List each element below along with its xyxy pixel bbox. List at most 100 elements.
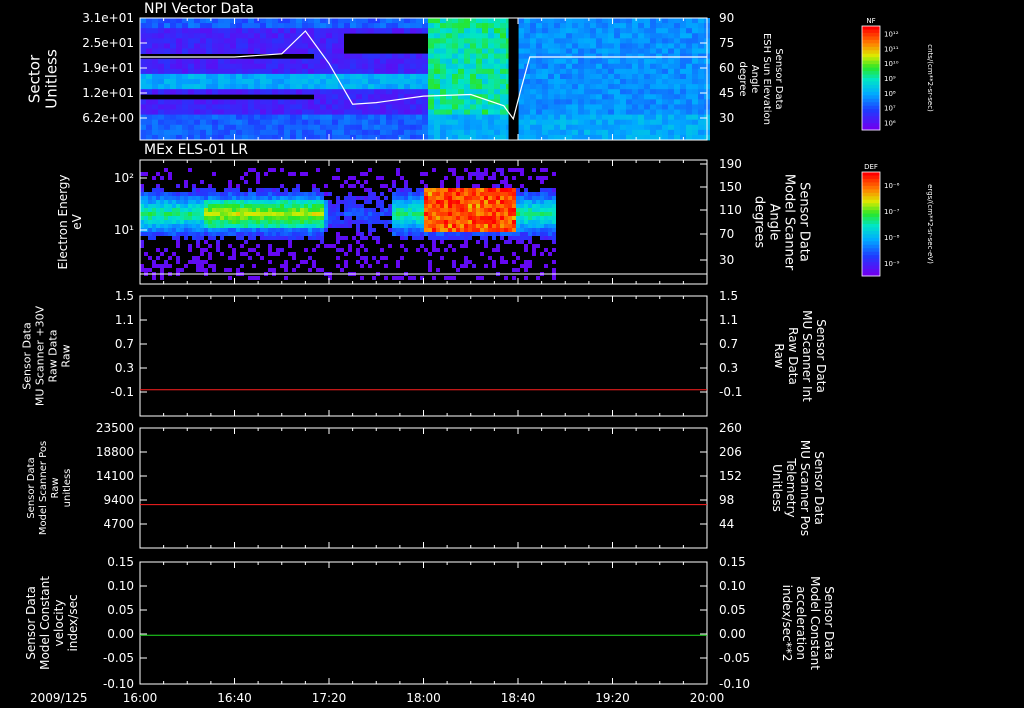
panel4-ytick: 18800 [96, 445, 134, 459]
panel4-ytick: 14100 [96, 469, 134, 483]
chart-canvas: 3.1e+01 2.5e+01 1.9e+01 1.2e+01 6.2e+00 90 75 6… [21, 11, 935, 705]
colorbar-tick: 10⁷ [884, 105, 896, 113]
panel3-ylabel-line: MU Scanner +30V [34, 305, 47, 406]
colorbar-tick: 10¹¹ [884, 45, 899, 53]
panel5-y2tick: 0.15 [719, 555, 746, 569]
x-tick-label: 18:00 [406, 691, 441, 705]
panel5-y2tick: 0.10 [719, 579, 746, 593]
panel4-ylabel-line: Raw [50, 477, 61, 498]
panel5-y2label-line: Model Constant [808, 576, 822, 670]
colorbar-2: DEF 10⁻⁶ 10⁻⁷ 10⁻⁸ 10⁻⁹ ergs/(cm**2-sr-sec-eV… [861, 163, 934, 277]
panel2-y2tick: 150 [719, 180, 742, 194]
panel1-y2tick: 60 [719, 61, 734, 75]
panel3-y2label-line: MU Scanner Int [800, 310, 814, 402]
panel4-y2label: Sensor DataMU Scanner PosTelemetryUnitle… [770, 440, 826, 536]
colorbar-label: DEF [864, 163, 878, 171]
panel2-ylabel: Electron Energy eV [56, 174, 84, 269]
panel2-ylabel-line: Electron Energy [56, 174, 70, 269]
panel4-frame [139, 427, 708, 549]
panel1-y2label-line: Sensor Data [773, 48, 784, 109]
panel3-ylabel-line: Raw Data [47, 330, 60, 383]
x-tick-label: 16:00 [123, 691, 158, 705]
date-label: 2009/125 [30, 691, 88, 705]
x-tick-label: 18:40 [501, 691, 536, 705]
panel3-ytick: 1.5 [115, 289, 134, 303]
panel5-ytick: 0.05 [107, 603, 134, 617]
panel4-y2label-line: Sensor Data [812, 451, 826, 525]
panel4-y2label-line: Unitless [770, 464, 784, 512]
panel4-y2tick: 44 [719, 517, 734, 531]
panel3-ylabel-line: Raw [60, 344, 73, 367]
panel5-ytick: 0.15 [107, 555, 134, 569]
panel3-ytick: -0.1 [111, 385, 134, 399]
panel2-y2label-line: degrees [752, 196, 767, 249]
panel1-y2tick: 45 [719, 86, 734, 100]
panel5-y2label-line: index/sec**2 [780, 585, 794, 662]
panel4-ytick: 4700 [103, 517, 134, 531]
panel1-y2label-line: ESH Sun Elevation [761, 33, 772, 125]
panel3-y2tick: 1.1 [719, 313, 738, 327]
panel4-ylabel-line: Model Scanner Pos [38, 441, 49, 535]
panel4-y2label-line: Telemetry [784, 457, 798, 517]
panel1-ytick: 6.2e+00 [82, 111, 134, 125]
panel1-spectrogram [140, 18, 710, 141]
panel3-y2label: Sensor DataMU Scanner IntRaw DataRaw [772, 310, 828, 402]
panel2-y2tick: 70 [719, 227, 734, 241]
panel4-y2tick: 98 [719, 493, 734, 507]
panel5-y2tick: -0.10 [719, 677, 750, 691]
panel1-y2label: Sensor DataESH Sun ElevationAngledegree [737, 33, 784, 125]
colorbar-tick: 10⁻⁹ [884, 260, 900, 268]
panel5-ylabel-line: index/sec [66, 594, 80, 651]
panel3-y2tick: -0.1 [719, 385, 742, 399]
panel2-y2label-line: Model Scanner [782, 174, 797, 271]
panel1-ylabel-line: Sector [26, 54, 44, 103]
panel4-ylabel-line: unitless [62, 469, 73, 508]
panel1-ytick: 1.2e+01 [82, 86, 134, 100]
panel5-ytick: 0.00 [107, 627, 134, 641]
panel3-ytick: 1.1 [115, 313, 134, 327]
colorbar-tick: 10⁶ [884, 120, 896, 128]
panel1-ytick: 1.9e+01 [82, 61, 134, 75]
panel3-ylabel-line: Sensor Data [21, 322, 34, 389]
colorbar-units: ergs/(cm**2-sr-sec-eV) [926, 184, 934, 264]
panel1-ytick: 2.5e+01 [82, 36, 134, 50]
colorbar-tick: 10⁻⁸ [884, 234, 900, 242]
svg-text:ergs/(cm**2-sr-sec-eV): ergs/(cm**2-sr-sec-eV) [926, 184, 934, 264]
panel1-y2label-line: Angle [749, 65, 760, 93]
panel2-y2label-line: Angle [767, 204, 782, 241]
svg-text:cnts/(cm**2-sr-sec): cnts/(cm**2-sr-sec) [926, 44, 934, 112]
panel4-y2tick: 206 [719, 445, 742, 459]
panel2-ylabel-line: eV [70, 213, 84, 229]
panel5-ylabel-line: velocity [52, 600, 66, 647]
panel2-spectrogram [140, 168, 556, 280]
panel2-y2tick: 30 [719, 253, 734, 267]
panel2-ytick: 10¹ [114, 223, 134, 237]
colorbar-tick: 10⁻⁷ [884, 208, 900, 216]
panel3-y2tick: 0.7 [719, 337, 738, 351]
panel1-data-gap [508, 18, 519, 140]
panel3-y2label-line: Raw Data [786, 327, 800, 385]
panel1-y2label-line: degree [737, 61, 748, 96]
panel2-y2label: Sensor DataModel ScannerAngledegrees [752, 174, 812, 271]
panel5-frame [139, 561, 708, 685]
panel5: 0.15 0.10 0.05 0.00 -0.05 -0.10 0.15 0.10 0.05 0.… [103, 555, 750, 691]
panel1-y2tick: 30 [719, 111, 734, 125]
panel1-y2tick: 90 [719, 11, 734, 25]
panel3-ytick: 0.7 [115, 337, 134, 351]
panel3: 1.5 1.1 0.7 0.3 -0.1 1.5 1.1 0.7 0.3 -0.1 [111, 289, 742, 417]
panel5-y2tick: 0.00 [719, 627, 746, 641]
panel5-ytick: -0.05 [103, 651, 134, 665]
panel5-ytick: -0.10 [103, 677, 134, 691]
panel3-ytick: 0.3 [115, 361, 134, 375]
panel5-y2tick: -0.05 [719, 651, 750, 665]
panel4-y2label-line: MU Scanner Pos [798, 440, 812, 536]
panel4-y2tick: 260 [719, 421, 742, 435]
colorbar-tick: 10⁹ [884, 75, 896, 83]
panel1-ytick: 3.1e+01 [82, 11, 134, 25]
panel2-y2tick: 190 [719, 157, 742, 171]
panel2-y2tick: 110 [719, 203, 742, 217]
x-tick-label: 16:40 [217, 691, 252, 705]
panel4-ytick: 23500 [96, 421, 134, 435]
panel4-y2tick: 152 [719, 469, 742, 483]
panel5-y2label-line: acceleration [794, 586, 808, 660]
